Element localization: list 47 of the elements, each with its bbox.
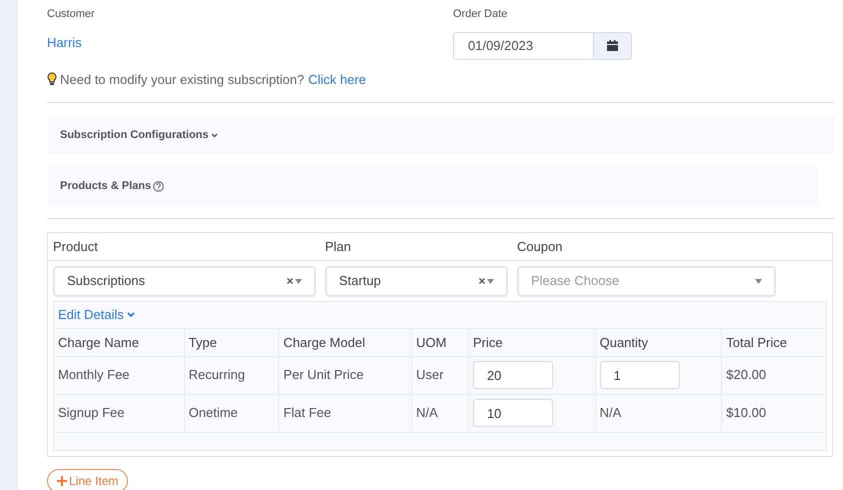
section-header[interactable]: Subscription Configurations xyxy=(47,116,834,154)
column-label: Product xyxy=(52,238,99,256)
caret-icon xyxy=(295,278,302,284)
table-cell: Per Unit Price xyxy=(283,367,364,382)
column-header: Charge Model xyxy=(283,334,366,352)
notice-text: Need to modify your existing subscription? xyxy=(60,70,304,89)
number-field[interactable]: 20 xyxy=(472,361,553,389)
select-field[interactable]: Subscriptions xyxy=(53,266,316,296)
table-cell: Signup Fee xyxy=(58,405,124,420)
click-here-link[interactable]: Click here xyxy=(308,70,366,89)
table-cell: User xyxy=(416,367,444,382)
number-field[interactable]: 1 xyxy=(600,361,680,389)
help-icon xyxy=(153,180,164,192)
edit-details-link[interactable]: Edit Details xyxy=(58,305,124,325)
select-field[interactable]: Startup xyxy=(325,266,508,296)
table-cell: $20.00 xyxy=(726,367,766,382)
customer-link[interactable]: Harris xyxy=(47,32,453,52)
column-header: UOM xyxy=(416,334,446,352)
clear-icon[interactable] xyxy=(287,278,293,284)
table-cell: Flat Fee xyxy=(283,405,332,420)
number-field[interactable]: 10 xyxy=(472,399,553,427)
clear-icon[interactable] xyxy=(479,278,485,284)
column-header: Total Price xyxy=(726,334,787,352)
table-cell: Monthly Fee xyxy=(58,367,130,382)
table-cell: Onetime xyxy=(188,405,238,420)
column-header: Quantity xyxy=(600,334,648,352)
table-cell: N/A xyxy=(416,405,438,420)
column-label: Coupon xyxy=(516,238,564,256)
calendar-button[interactable] xyxy=(594,32,632,60)
column-header: Price xyxy=(472,334,503,352)
column-label: Plan xyxy=(324,238,352,256)
field-label: Customer xyxy=(47,7,96,22)
table-cell: N/A xyxy=(600,405,622,420)
table-cell: $10.00 xyxy=(726,405,766,420)
lightbulb-icon xyxy=(47,72,57,86)
column-header: Charge Name xyxy=(58,334,139,352)
chevron-down-icon xyxy=(210,132,218,138)
date-field[interactable]: 01/09/2023 xyxy=(453,32,594,60)
chevron-down-icon xyxy=(126,312,135,318)
field-label: Order Date xyxy=(453,7,508,22)
section-header[interactable]: Products & Plans xyxy=(47,167,818,205)
table-cell: Recurring xyxy=(188,367,246,382)
plus-icon xyxy=(57,476,67,486)
column-header: Type xyxy=(188,334,217,352)
calendar-icon xyxy=(607,40,618,51)
caret-icon xyxy=(487,278,494,284)
caret-icon xyxy=(755,278,762,284)
